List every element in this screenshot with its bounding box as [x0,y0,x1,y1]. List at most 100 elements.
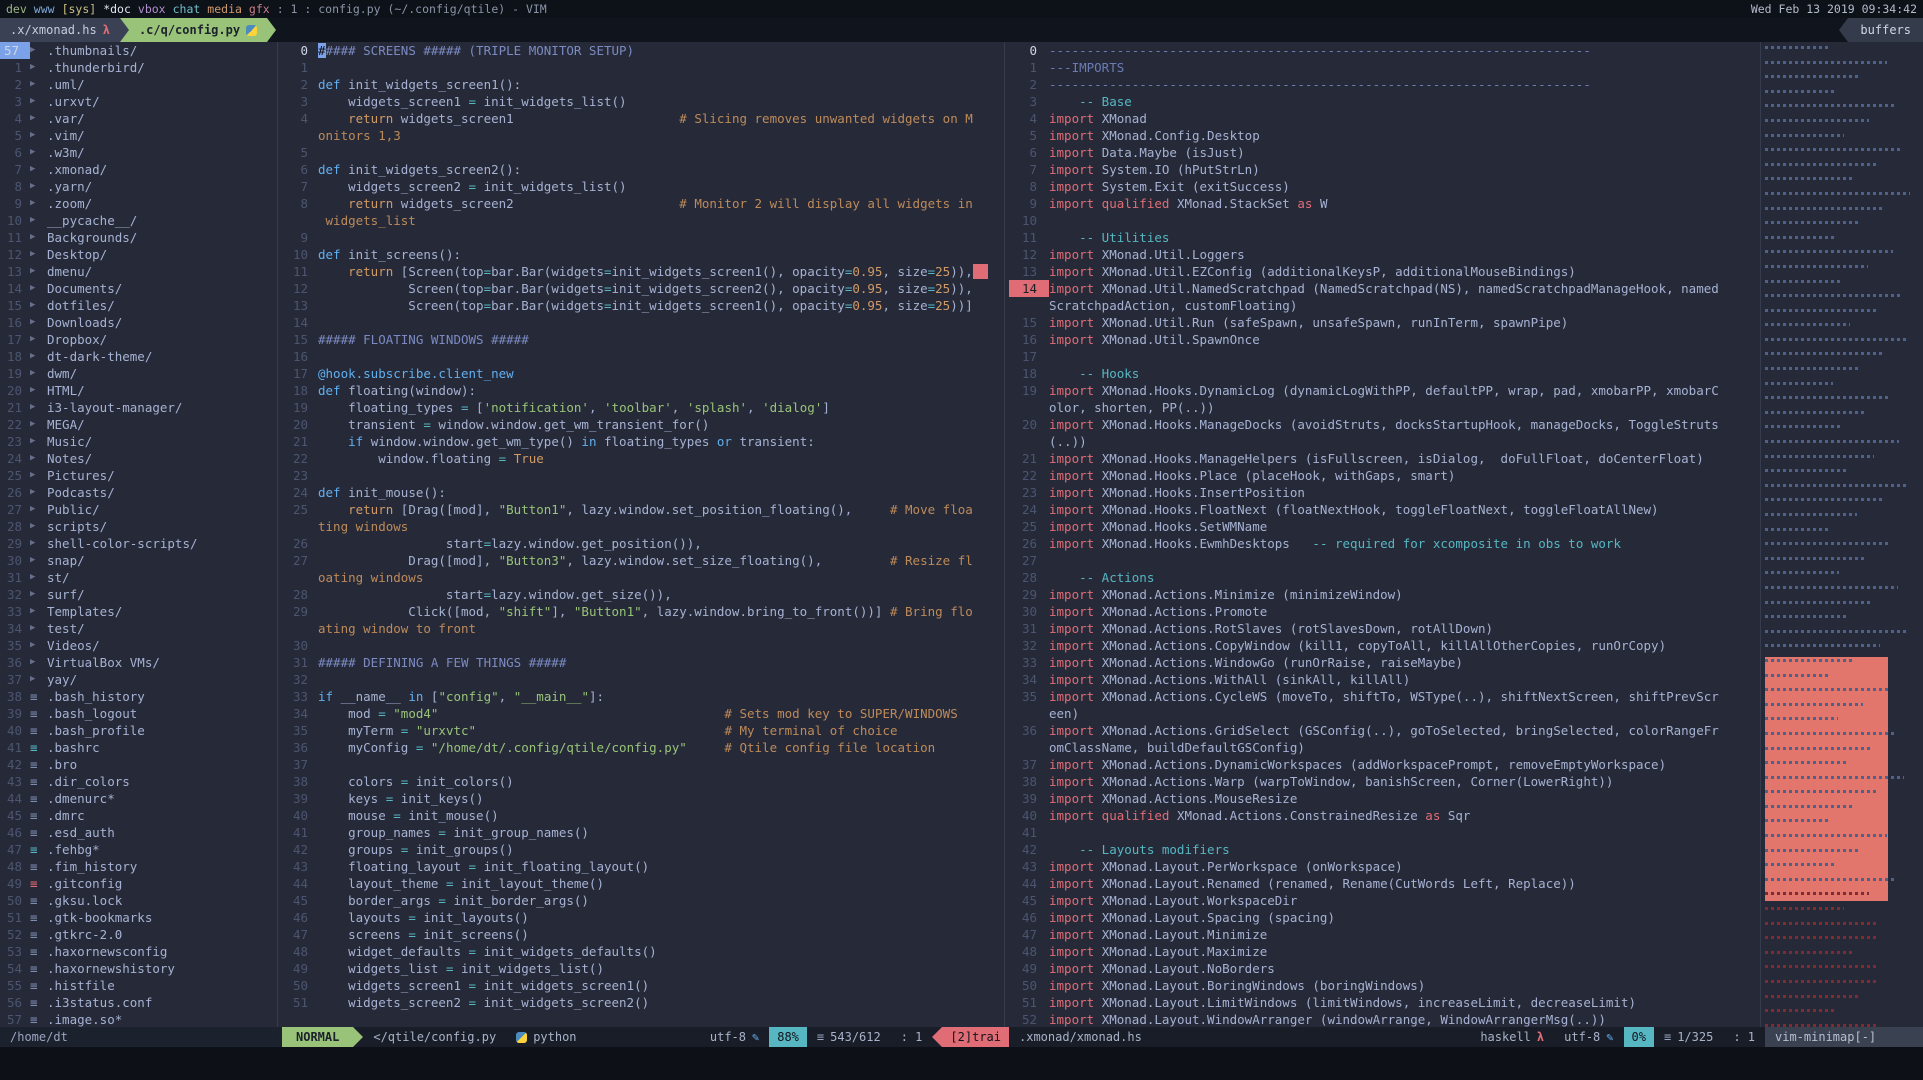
tree-item[interactable]: 37▶yay/ [0,671,273,688]
code-row[interactable]: 5import XMonad.Config.Desktop [1009,127,1756,144]
code-row[interactable]: 8import System.Exit (exitSuccess) [1009,178,1756,195]
code-row[interactable]: 33if __name__ in ["config", "__main__"]: [282,688,1000,705]
tree-item[interactable]: 10▶__pycache__/ [0,212,273,229]
tree-item[interactable]: 39≡.bash_logout [0,705,273,722]
code-row[interactable]: 48import XMonad.Layout.Maximize [1009,943,1756,960]
vim-command-line[interactable] [0,1047,1923,1080]
code-row[interactable]: 34import XMonad.Actions.WithAll (sinkAll… [1009,671,1756,688]
tree-item[interactable]: 9▶.zoom/ [0,195,273,212]
tree-item[interactable]: 57≡.image.so* [0,1011,273,1027]
tree-item[interactable]: 31▶st/ [0,569,273,586]
tree-item[interactable]: 51≡.gtk-bookmarks [0,909,273,926]
code-row[interactable]: 47 screens = init_screens() [282,926,1000,943]
code-row[interactable]: 48 widget_defaults = init_widgets_defaul… [282,943,1000,960]
code-row[interactable]: 28 start=lazy.window.get_size()), [282,586,1000,603]
code-row[interactable]: 45import XMonad.Layout.WorkspaceDir [1009,892,1756,909]
code-row[interactable]: 42 -- Layouts modifiers [1009,841,1756,858]
tree-item[interactable]: 43≡.dir_colors [0,773,273,790]
code-row[interactable]: ting windows [282,518,1000,535]
code-row[interactable]: 32 [282,671,1000,688]
tree-item[interactable]: 6▶.w3m/ [0,144,273,161]
tree-item[interactable]: 53≡.haxornewsconfig [0,943,273,960]
tree-item[interactable]: 48≡.fim_history [0,858,273,875]
tree-item[interactable]: 42≡.bro [0,756,273,773]
code-row[interactable]: 49import XMonad.Layout.NoBorders [1009,960,1756,977]
code-row[interactable]: 7import System.IO (hPutStrLn) [1009,161,1756,178]
code-row[interactable]: (..)) [1009,433,1756,450]
code-row[interactable]: 13import XMonad.Util.EZConfig (additiona… [1009,263,1756,280]
code-row[interactable]: 45 border_args = init_border_args() [282,892,1000,909]
code-row[interactable]: 50 widgets_screen1 = init_widgets_screen… [282,977,1000,994]
code-row[interactable]: 27 Drag([mod], "Button3", lazy.window.se… [282,552,1000,569]
tree-item[interactable]: 12▶Desktop/ [0,246,273,263]
code-row[interactable]: 13 Screen(top=bar.Bar(widgets=init_widge… [282,297,1000,314]
tree-item[interactable]: 32▶surf/ [0,586,273,603]
code-row[interactable]: 19 floating_types = ['notification', 'to… [282,399,1000,416]
code-row[interactable]: 9import qualified XMonad.StackSet as W [1009,195,1756,212]
code-row[interactable]: 11 -- Utilities [1009,229,1756,246]
code-row[interactable]: 30import XMonad.Actions.Promote [1009,603,1756,620]
tree-item[interactable]: 25▶Pictures/ [0,467,273,484]
code-row[interactable]: 4import XMonad [1009,110,1756,127]
tree-item[interactable]: 16▶Downloads/ [0,314,273,331]
code-row[interactable]: 34 mod = "mod4" # Sets mod key to SUPER/… [282,705,1000,722]
tree-item[interactable]: 7▶.xmonad/ [0,161,273,178]
tree-item[interactable]: 18▶dt-dark-theme/ [0,348,273,365]
tree-item[interactable]: 38≡.bash_history [0,688,273,705]
code-row[interactable]: 46import XMonad.Layout.Spacing (spacing) [1009,909,1756,926]
tree-item[interactable]: 40≡.bash_profile [0,722,273,739]
tree-item[interactable]: 55≡.histfile [0,977,273,994]
editor-pane-xmonad-hs[interactable]: 0---------------------------------------… [1009,42,1756,1027]
code-row[interactable]: 23import XMonad.Hooks.InsertPosition [1009,484,1756,501]
code-row[interactable]: 51import XMonad.Layout.LimitWindows (lim… [1009,994,1756,1011]
window-separator[interactable] [1000,42,1009,1027]
code-row[interactable]: 3 -- Base [1009,93,1756,110]
code-row[interactable]: 12 Screen(top=bar.Bar(widgets=init_widge… [282,280,1000,297]
tree-item[interactable]: 47≡.fehbg* [0,841,273,858]
code-row[interactable]: 0##### SCREENS ##### (TRIPLE MONITOR SET… [282,42,1000,59]
code-row[interactable]: 40 mouse = init_mouse() [282,807,1000,824]
tree-item[interactable]: 1▶.thunderbird/ [0,59,273,76]
code-row[interactable]: 36import XMonad.Actions.GridSelect (GSCo… [1009,722,1756,739]
code-row[interactable]: 23 [282,467,1000,484]
code-row[interactable]: 20import XMonad.Hooks.ManageDocks (avoid… [1009,416,1756,433]
code-row[interactable]: 33import XMonad.Actions.WindowGo (runOrR… [1009,654,1756,671]
tree-item[interactable]: 54≡.haxornewshistory [0,960,273,977]
tree-item[interactable]: 49≡.gitconfig [0,875,273,892]
code-row[interactable]: 30 [282,637,1000,654]
code-row[interactable]: oating windows [282,569,1000,586]
code-row[interactable]: 37 [282,756,1000,773]
code-row[interactable]: 24import XMonad.Hooks.FloatNext (floatNe… [1009,501,1756,518]
code-row[interactable]: 25import XMonad.Hooks.SetWMName [1009,518,1756,535]
code-row[interactable]: 6def init_widgets_screen2(): [282,161,1000,178]
tree-item[interactable]: 4▶.var/ [0,110,273,127]
code-row[interactable]: 19import XMonad.Hooks.DynamicLog (dynami… [1009,382,1756,399]
tree-item[interactable]: 44≡.dmenurc* [0,790,273,807]
tree-item[interactable]: 28▶scripts/ [0,518,273,535]
code-row[interactable]: 26import XMonad.Hooks.EwmhDesktops -- re… [1009,535,1756,552]
code-row[interactable]: 17 [1009,348,1756,365]
code-row[interactable]: 22import XMonad.Hooks.Place (placeHook, … [1009,467,1756,484]
tree-item[interactable]: 24▶Notes/ [0,450,273,467]
tree-item[interactable]: 8▶.yarn/ [0,178,273,195]
code-row[interactable]: 27 [1009,552,1756,569]
code-row[interactable]: 52import XMonad.Layout.WindowArranger (w… [1009,1011,1756,1027]
code-row[interactable]: 28 -- Actions [1009,569,1756,586]
tree-item[interactable]: 27▶Public/ [0,501,273,518]
tree-item[interactable]: 45≡.dmrc [0,807,273,824]
code-row[interactable]: 14 [282,314,1000,331]
tmux-window-vbox[interactable]: vbox [138,0,166,18]
code-row[interactable]: 44import XMonad.Layout.Renamed (renamed,… [1009,875,1756,892]
code-row[interactable]: 43 floating_layout = init_floating_layou… [282,858,1000,875]
tree-item[interactable]: 13▶dmenu/ [0,263,273,280]
code-row[interactable]: 0---------------------------------------… [1009,42,1756,59]
tab-config-py[interactable]: .c/q/config.py [129,18,267,42]
code-row[interactable]: 44 layout_theme = init_layout_theme() [282,875,1000,892]
code-row[interactable]: 38import XMonad.Actions.Warp (warpToWind… [1009,773,1756,790]
code-row[interactable]: olor, shorten, PP(..)) [1009,399,1756,416]
tree-item[interactable]: 29▶shell-color-scripts/ [0,535,273,552]
code-row[interactable]: 16 [282,348,1000,365]
code-row[interactable]: 6import Data.Maybe (isJust) [1009,144,1756,161]
code-row[interactable]: 17@hook.subscribe.client_new [282,365,1000,382]
tmux-window-dev[interactable]: dev [6,0,27,18]
